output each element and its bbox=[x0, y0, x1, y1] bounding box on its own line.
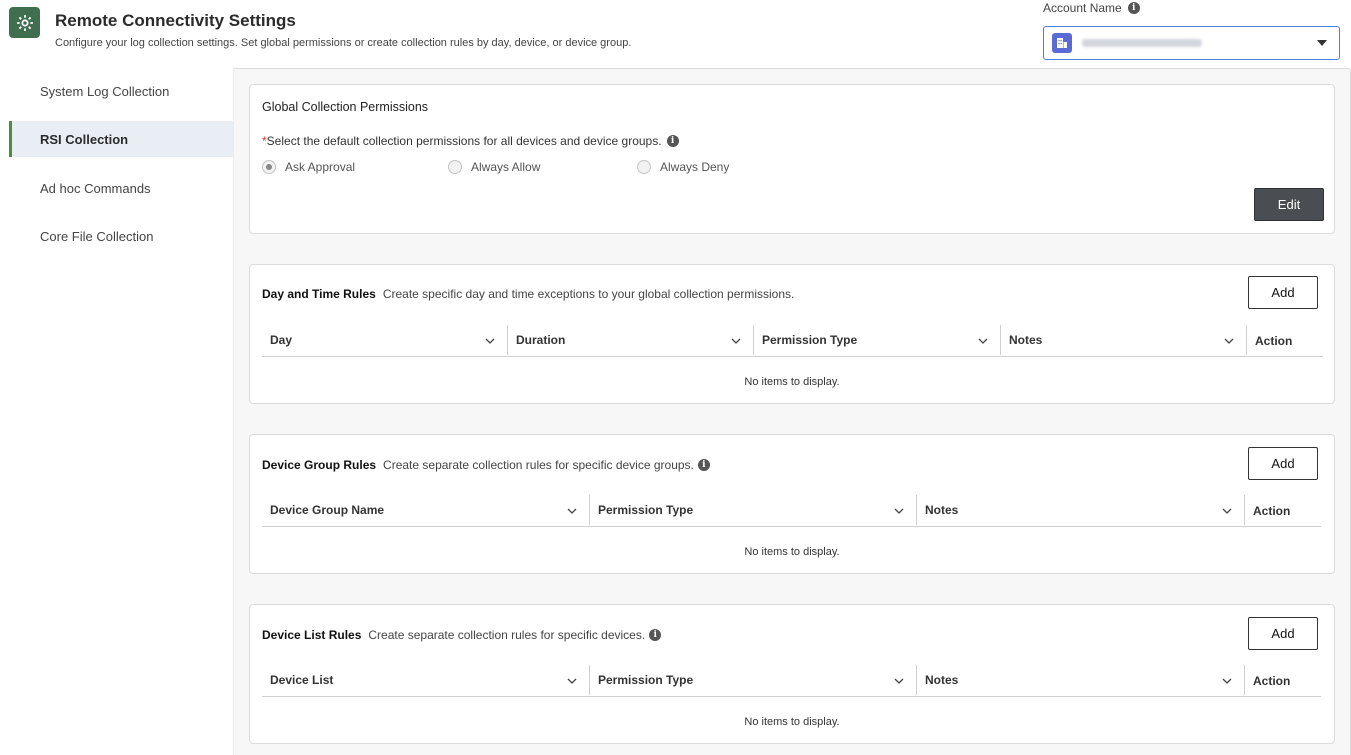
radio-circle[interactable] bbox=[262, 160, 276, 174]
section-title: Day and Time Rules bbox=[262, 287, 376, 301]
chevron-down-icon[interactable] bbox=[978, 336, 988, 346]
section-description: Create separate collection rules for spe… bbox=[368, 628, 646, 642]
info-icon[interactable]: i bbox=[1127, 2, 1140, 14]
empty-message: No items to display. bbox=[744, 716, 840, 728]
sidebar-item-label: RSI Collection bbox=[40, 131, 129, 147]
column-header-permission-type[interactable]: Permission Type bbox=[754, 325, 1001, 355]
account-name-label-text: Account Name bbox=[1043, 1, 1122, 15]
chevron-down-icon[interactable] bbox=[1222, 676, 1232, 686]
radio-circle[interactable] bbox=[637, 160, 651, 174]
radio-ask-approval[interactable]: Ask Approval bbox=[262, 160, 355, 174]
column-label: Duration bbox=[516, 333, 566, 347]
sidebar-item-rsi-collection[interactable]: RSI Collection bbox=[9, 121, 234, 157]
column-header-duration[interactable]: Duration bbox=[508, 325, 754, 355]
required-text: Select the default collection permission… bbox=[266, 134, 662, 148]
sidebar-item-label: System Log Collection bbox=[40, 83, 170, 99]
sidebar-item-label: Core File Collection bbox=[40, 228, 154, 244]
page-subtitle: Configure your log collection settings. … bbox=[55, 37, 632, 49]
column-label: Permission Type bbox=[598, 673, 694, 687]
column-header-action: Action bbox=[1247, 325, 1323, 357]
chevron-down-icon[interactable] bbox=[894, 676, 904, 686]
device-group-rules-card: Device Group Rules Create separate colle… bbox=[249, 434, 1335, 574]
column-header-permission-type[interactable]: Permission Type bbox=[590, 665, 917, 695]
radio-label: Always Allow bbox=[471, 160, 541, 174]
column-header-day[interactable]: Day bbox=[262, 325, 508, 355]
day-time-rules-card: Day and Time Rules Create specific day a… bbox=[249, 264, 1335, 404]
global-permissions-card: Global Collection Permissions *Select th… bbox=[249, 84, 1335, 234]
settings-gear-icon bbox=[9, 7, 40, 38]
chevron-down-icon[interactable] bbox=[567, 506, 577, 516]
chevron-down-icon[interactable] bbox=[894, 506, 904, 516]
column-label: Permission Type bbox=[762, 333, 858, 347]
column-header-device-group-name[interactable]: Device Group Name bbox=[262, 495, 590, 525]
empty-message: No items to display. bbox=[744, 376, 840, 388]
radio-circle[interactable] bbox=[448, 160, 462, 174]
sidebar-item-core-file-collection[interactable]: Core File Collection bbox=[9, 218, 234, 254]
column-label: Device List bbox=[270, 673, 334, 687]
column-header-action: Action bbox=[1245, 665, 1321, 697]
sidebar-item-ad-hoc-commands[interactable]: Ad hoc Commands bbox=[9, 170, 234, 206]
column-label: Day bbox=[270, 333, 293, 347]
radio-always-deny[interactable]: Always Deny bbox=[637, 160, 729, 174]
section-title: Device Group Rules bbox=[262, 458, 377, 472]
sidebar-item-label: Ad hoc Commands bbox=[40, 180, 151, 196]
column-header-permission-type[interactable]: Permission Type bbox=[590, 495, 917, 525]
column-header-device-list[interactable]: Device List bbox=[262, 665, 590, 695]
column-label: Action bbox=[1253, 674, 1291, 688]
table-header: Device List Permission Type Notes Action bbox=[262, 665, 1321, 697]
device-list-rules-heading: Device List Rules Create separate collec… bbox=[262, 628, 662, 642]
day-time-rules-heading: Day and Time Rules Create specific day a… bbox=[262, 287, 794, 301]
global-permissions-title: Global Collection Permissions bbox=[262, 100, 429, 114]
chevron-down-icon[interactable] bbox=[1224, 336, 1234, 346]
info-icon[interactable]: i bbox=[649, 629, 662, 641]
account-name-label: Account Name i bbox=[1043, 1, 1140, 15]
section-description: Create separate collection rules for spe… bbox=[383, 458, 694, 472]
info-icon[interactable]: i bbox=[697, 459, 710, 471]
column-label: Action bbox=[1253, 504, 1291, 518]
table-header: Device Group Name Permission Type Notes … bbox=[262, 495, 1321, 527]
device-list-rules-card: Device List Rules Create separate collec… bbox=[249, 604, 1335, 744]
radio-label: Ask Approval bbox=[285, 160, 356, 174]
section-title: Device List Rules bbox=[262, 628, 362, 642]
column-label: Action bbox=[1255, 334, 1293, 348]
account-select[interactable] bbox=[1043, 26, 1340, 60]
radio-label: Always Deny bbox=[660, 160, 730, 174]
chevron-down-icon[interactable] bbox=[731, 336, 741, 346]
sidebar: System Log Collection RSI Collection Ad … bbox=[9, 68, 234, 755]
column-label: Device Group Name bbox=[270, 503, 385, 517]
column-header-notes[interactable]: Notes bbox=[917, 495, 1245, 525]
column-header-notes[interactable]: Notes bbox=[1001, 325, 1247, 355]
column-label: Notes bbox=[1009, 333, 1043, 347]
add-device-group-rule-button[interactable]: Add bbox=[1248, 447, 1318, 480]
info-icon[interactable]: i bbox=[666, 135, 679, 147]
add-day-time-rule-button[interactable]: Add bbox=[1248, 276, 1318, 309]
chevron-down-icon[interactable] bbox=[1317, 40, 1327, 46]
chevron-down-icon[interactable] bbox=[1222, 506, 1232, 516]
column-label: Permission Type bbox=[598, 503, 694, 517]
section-description: Create specific day and time exceptions … bbox=[382, 287, 795, 301]
column-header-action: Action bbox=[1245, 495, 1321, 527]
column-label: Notes bbox=[925, 673, 959, 687]
radio-always-allow[interactable]: Always Allow bbox=[448, 160, 540, 174]
account-name-redacted bbox=[1082, 39, 1202, 47]
chevron-down-icon[interactable] bbox=[485, 336, 495, 346]
column-label: Notes bbox=[925, 503, 959, 517]
chevron-down-icon[interactable] bbox=[567, 676, 577, 686]
sidebar-item-system-log-collection[interactable]: System Log Collection bbox=[9, 73, 234, 109]
default-permission-prompt: *Select the default collection permissio… bbox=[262, 134, 679, 148]
page-title: Remote Connectivity Settings bbox=[55, 11, 296, 30]
add-device-list-rule-button[interactable]: Add bbox=[1248, 617, 1318, 650]
edit-button[interactable]: Edit bbox=[1254, 188, 1324, 221]
device-group-rules-heading: Device Group Rules Create separate colle… bbox=[262, 458, 710, 472]
building-icon bbox=[1052, 33, 1072, 53]
empty-message: No items to display. bbox=[744, 546, 840, 558]
table-header: Day Duration Permission Type Notes Actio… bbox=[262, 325, 1323, 357]
column-header-notes[interactable]: Notes bbox=[917, 665, 1245, 695]
